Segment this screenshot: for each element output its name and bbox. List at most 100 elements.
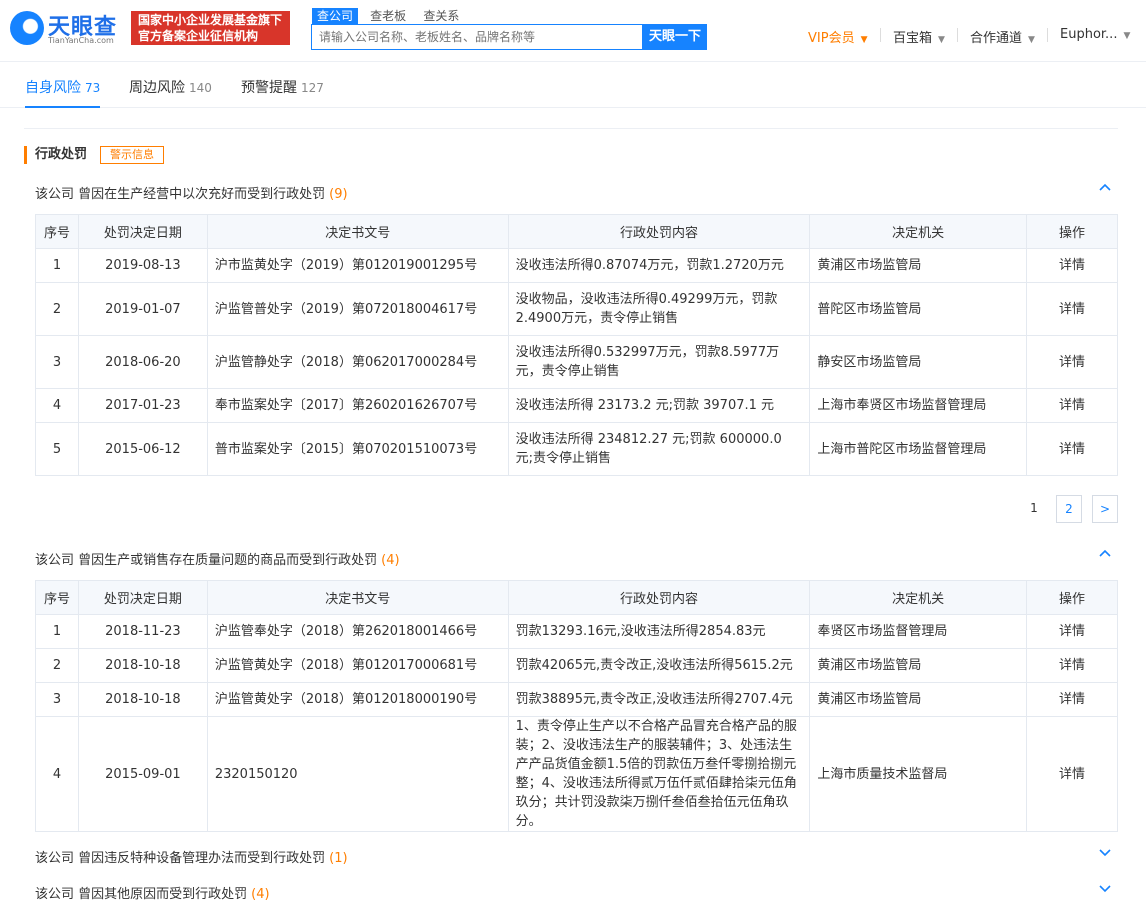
table-header-row: 序号 处罚决定日期 决定书文号 行政处罚内容 决定机关 操作	[35, 214, 1118, 249]
col-header-index: 序号	[35, 580, 79, 615]
group-count: (4)	[251, 887, 270, 902]
eye-logo-icon	[10, 11, 44, 45]
site-logo[interactable]: 天眼查 TianYanCha.com	[10, 9, 128, 47]
nav-divider	[1047, 28, 1048, 42]
cell-index: 4	[35, 388, 79, 423]
cell-date: 2019-01-07	[77, 282, 208, 336]
penalty-table-shoddy: 序号 处罚决定日期 决定书文号 行政处罚内容 决定机关 操作 1 2019-08…	[35, 214, 1118, 476]
chevron-up-icon[interactable]	[1098, 547, 1112, 561]
cell-authority: 上海市质量技术监督局	[809, 716, 1028, 832]
group-prefix: 该公司	[35, 553, 75, 568]
chevron-down-icon[interactable]	[1098, 881, 1112, 895]
risk-tabs: 自身风险 73 周边风险 140 预警提醒 127	[0, 62, 1146, 108]
search-type-tabs: 查公司 查老板 查关系	[312, 8, 467, 24]
tab-label: 预警提醒	[241, 80, 297, 96]
col-header-authority: 决定机关	[809, 580, 1028, 615]
col-header-action: 操作	[1026, 580, 1118, 615]
detail-link[interactable]: 详情	[1026, 248, 1118, 283]
chevron-down-icon[interactable]	[1098, 845, 1112, 859]
cell-content: 没收违法所得0.87074万元，罚款1.2720万元	[507, 248, 811, 283]
group-header-other[interactable]: 该公司 曾因其他原因而受到行政处罚 (4)	[35, 883, 1118, 902]
cell-authority: 上海市普陀区市场监督管理局	[809, 422, 1028, 476]
cell-authority: 静安区市场监管局	[809, 335, 1028, 389]
col-header-index: 序号	[35, 214, 79, 249]
page-2[interactable]: 2	[1056, 495, 1082, 523]
detail-link[interactable]: 详情	[1026, 716, 1118, 832]
cell-index: 2	[35, 282, 79, 336]
cell-date: 2015-09-01	[77, 716, 208, 832]
page-1[interactable]: 1	[1021, 495, 1047, 523]
nav-divider	[957, 28, 958, 42]
tab-search-company[interactable]: 查公司	[312, 8, 359, 24]
detail-link[interactable]: 详情	[1026, 422, 1118, 476]
cell-content: 罚款42065元,责令改正,没收违法所得5615.2元	[507, 648, 811, 683]
group-title: 曾因生产或销售存在质量问题的商品而受到行政处罚	[78, 553, 378, 568]
cell-authority: 普陀区市场监管局	[809, 282, 1028, 336]
cell-authority: 上海市奉贤区市场监督管理局	[809, 388, 1028, 423]
detail-link[interactable]: 详情	[1026, 335, 1118, 389]
official-badge: 国家中小企业发展基金旗下 官方备案企业征信机构	[131, 11, 290, 45]
cell-date: 2017-01-23	[77, 388, 208, 423]
cell-authority: 奉贤区市场监督管理局	[809, 614, 1028, 649]
caret-down-icon: ▼	[1028, 35, 1035, 45]
cell-doc-no: 沪监管静处字（2018）第062017000284号	[206, 335, 509, 389]
nav-user-label: Euphor...	[1060, 27, 1118, 42]
tab-label: 自身风险	[25, 80, 81, 96]
search-input[interactable]	[312, 25, 642, 49]
cell-content: 罚款38895元,责令改正,没收违法所得2707.4元	[507, 682, 811, 717]
table-row: 1 2019-08-13 沪市监黄处字（2019）第012019001295号 …	[35, 248, 1118, 283]
table-row: 2 2019-01-07 沪监管普处字（2019）第072018004617号 …	[35, 282, 1118, 336]
cell-index: 4	[35, 716, 79, 832]
table-row: 2 2018-10-18 沪监管黄处字（2018）第012017000681号 …	[35, 648, 1118, 683]
nav-divider	[880, 28, 881, 42]
tab-search-relation[interactable]: 查关系	[418, 8, 464, 24]
detail-link[interactable]: 详情	[1026, 282, 1118, 336]
col-header-doc-no: 决定书文号	[206, 214, 509, 249]
cell-index: 1	[35, 614, 79, 649]
nav-user[interactable]: Euphor... ▼	[1060, 27, 1130, 42]
cell-content: 没收违法所得0.532997万元，罚款8.5977万元，责令停止销售	[507, 335, 811, 389]
table-row: 1 2018-11-23 沪监管奉处字（2018）第262018001466号 …	[35, 614, 1118, 649]
tab-label: 周边风险	[129, 80, 185, 96]
detail-link[interactable]: 详情	[1026, 614, 1118, 649]
cell-date: 2018-10-18	[77, 648, 208, 683]
cell-doc-no: 沪监管普处字（2019）第072018004617号	[206, 282, 509, 336]
cell-doc-no: 沪监管黄处字（2018）第012018000190号	[206, 682, 509, 717]
nav-tools[interactable]: 百宝箱 ▼	[893, 27, 945, 46]
col-header-date: 处罚决定日期	[77, 580, 208, 615]
search-button[interactable]: 天眼一下	[643, 24, 707, 50]
tab-warning-alert[interactable]: 预警提醒 127	[241, 77, 324, 97]
tab-self-risk[interactable]: 自身风险 73	[25, 77, 100, 97]
cell-authority: 黄浦区市场监管局	[809, 682, 1028, 717]
detail-link[interactable]: 详情	[1026, 648, 1118, 683]
cell-date: 2018-10-18	[77, 682, 208, 717]
tab-surrounding-risk[interactable]: 周边风险 140	[129, 77, 212, 97]
nav-cooperate[interactable]: 合作通道 ▼	[970, 27, 1035, 46]
cell-doc-no: 沪监管黄处字（2018）第012017000681号	[206, 648, 509, 683]
detail-link[interactable]: 详情	[1026, 388, 1118, 423]
cell-index: 3	[35, 682, 79, 717]
nav-vip[interactable]: VIP会员 ▼	[808, 27, 868, 46]
table-row: 4 2015-09-01 2320150120 1、责令停止生产以不合格产品冒充…	[35, 716, 1118, 832]
col-header-date: 处罚决定日期	[77, 214, 208, 249]
badge-line-1: 国家中小企业发展基金旗下	[138, 13, 283, 27]
group-title: 曾因在生产经营中以次充好而受到行政处罚	[78, 187, 326, 202]
cell-index: 1	[35, 248, 79, 283]
next-page-button[interactable]: >	[1092, 495, 1118, 523]
chevron-up-icon[interactable]	[1098, 181, 1112, 195]
cell-doc-no: 沪市监黄处字（2019）第012019001295号	[206, 248, 509, 283]
detail-link[interactable]: 详情	[1026, 682, 1118, 717]
tab-count: 140	[189, 81, 212, 95]
top-bar: 天眼查 TianYanCha.com 国家中小企业发展基金旗下 官方备案企业征信…	[0, 0, 1146, 62]
group-prefix: 该公司	[35, 187, 75, 202]
tab-count: 127	[301, 81, 324, 95]
group-header-quality[interactable]: 该公司 曾因生产或销售存在质量问题的商品而受到行政处罚 (4)	[35, 549, 1118, 568]
section-title: 行政处罚	[24, 146, 87, 164]
nav-vip-label: VIP会员	[808, 31, 855, 46]
tab-search-boss[interactable]: 查老板	[365, 8, 411, 24]
table-row: 5 2015-06-12 普市监案处字〔2015〕第070201510073号 …	[35, 422, 1118, 476]
group-header-shoddy[interactable]: 该公司 曾因在生产经营中以次充好而受到行政处罚 (9)	[35, 183, 1118, 202]
warning-tag: 警示信息	[100, 146, 164, 164]
group-header-special-equipment[interactable]: 该公司 曾因违反特种设备管理办法而受到行政处罚 (1)	[35, 847, 1118, 866]
group-count: (1)	[329, 851, 348, 866]
